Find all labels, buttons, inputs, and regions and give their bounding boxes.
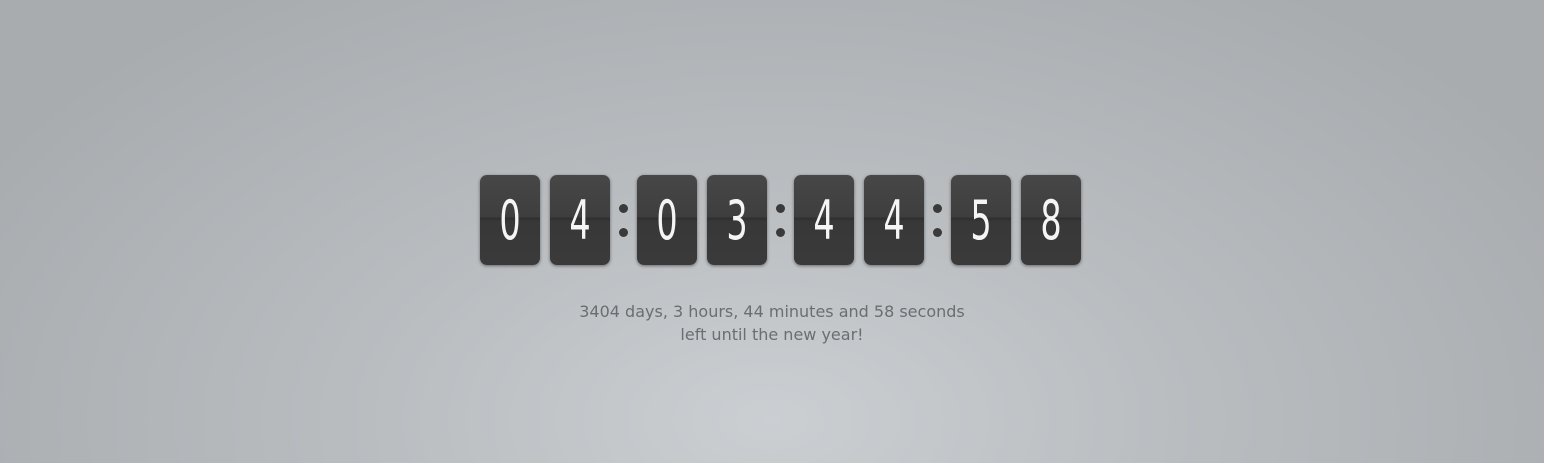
- countdown-note: 3404 days, 3 hours, 44 minutes and 58 se…: [0, 300, 1544, 346]
- digit-card: 4: [794, 175, 854, 265]
- digit-value: 4: [569, 189, 591, 252]
- digit-value: 0: [499, 189, 521, 252]
- digit-value: 3: [726, 189, 748, 252]
- colon-separator: [924, 175, 951, 265]
- separator-dot: [776, 228, 785, 237]
- separator-dot: [933, 204, 942, 213]
- digit-value: 8: [1040, 189, 1062, 252]
- digit-card: 3: [707, 175, 767, 265]
- digit-card: 4: [864, 175, 924, 265]
- digit-card: 8: [1021, 175, 1081, 265]
- separator-dot: [619, 204, 628, 213]
- seconds-group: 5 8: [951, 175, 1081, 265]
- note-line-2: left until the new year!: [680, 325, 864, 344]
- digit-card: 0: [480, 175, 540, 265]
- days-group: 0 4: [480, 175, 610, 265]
- separator-dot: [933, 228, 942, 237]
- minutes-group: 4 4: [794, 175, 924, 265]
- digit-card: 5: [951, 175, 1011, 265]
- digit-value: 5: [970, 189, 992, 252]
- separator-dot: [776, 204, 785, 213]
- separator-dot: [619, 228, 628, 237]
- digit-value: 4: [883, 189, 905, 252]
- colon-separator: [610, 175, 637, 265]
- digit-value: 4: [813, 189, 835, 252]
- digit-card: 4: [550, 175, 610, 265]
- colon-separator: [767, 175, 794, 265]
- digit-value: 0: [656, 189, 678, 252]
- countdown-display: 0 4 0 3 4 4 5 8: [480, 175, 1081, 267]
- hours-group: 0 3: [637, 175, 767, 265]
- note-line-1: 3404 days, 3 hours, 44 minutes and 58 se…: [579, 302, 965, 321]
- digit-card: 0: [637, 175, 697, 265]
